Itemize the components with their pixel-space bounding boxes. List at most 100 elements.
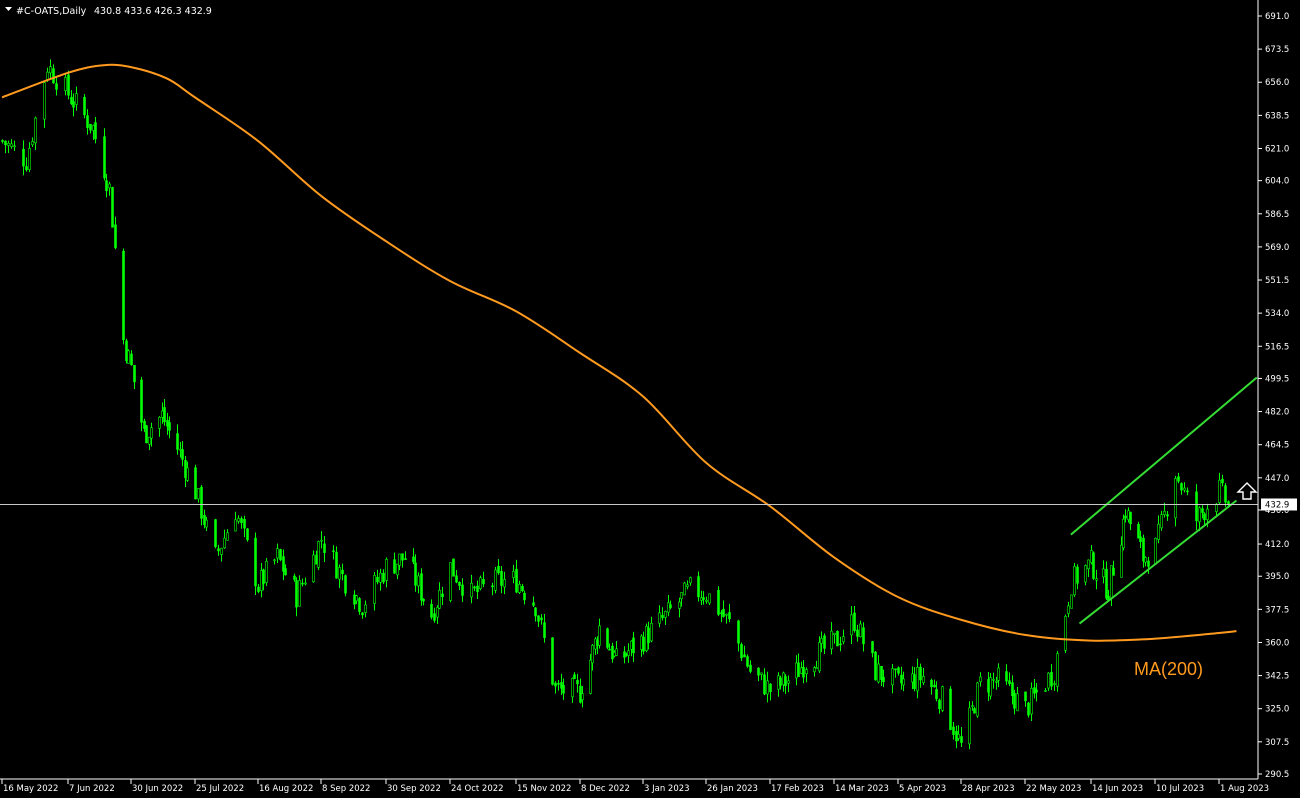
candle-body bbox=[355, 595, 358, 602]
candle-body bbox=[10, 143, 13, 147]
candle-body bbox=[257, 586, 260, 592]
candle-body bbox=[678, 601, 681, 609]
candle-body bbox=[702, 597, 705, 600]
candle-body bbox=[1177, 476, 1180, 482]
candle-body bbox=[805, 669, 808, 674]
price-chart[interactable]: 691.0 673.5 656.0 638.5 621.0 604.0 586.5 569.0… bbox=[0, 0, 1300, 798]
candle-body bbox=[1110, 565, 1113, 599]
candle-body bbox=[933, 684, 936, 688]
candle-body bbox=[952, 726, 955, 735]
y-tick-label: 673.5 bbox=[1265, 45, 1289, 55]
candle-body bbox=[1027, 702, 1030, 716]
candle-body bbox=[916, 667, 919, 692]
candle-body bbox=[882, 676, 885, 683]
candle-body bbox=[1033, 687, 1036, 694]
candle-body bbox=[163, 407, 166, 423]
candle-body bbox=[1030, 687, 1033, 715]
candle-body bbox=[338, 567, 341, 580]
x-tick-label: 7 Jun 2022 bbox=[69, 784, 115, 794]
candle-body bbox=[414, 562, 417, 586]
candle-body bbox=[787, 680, 790, 684]
candle-body bbox=[1, 140, 4, 142]
candle-body bbox=[1147, 560, 1150, 567]
candle-body bbox=[658, 612, 661, 624]
candle-body bbox=[818, 642, 821, 672]
candle-body bbox=[554, 682, 557, 687]
candle-body bbox=[161, 410, 164, 418]
candle-body bbox=[94, 122, 97, 140]
candle-body bbox=[686, 584, 689, 587]
candle-body bbox=[1124, 515, 1127, 519]
candle-body bbox=[1218, 479, 1221, 503]
up-arrow-icon[interactable] bbox=[1236, 482, 1258, 500]
x-tick-label: 30 Sep 2022 bbox=[387, 784, 441, 794]
candle-body bbox=[497, 566, 500, 574]
candle-body bbox=[1120, 544, 1123, 578]
candle-body bbox=[500, 571, 503, 586]
current-price-label: 432.9 bbox=[1265, 500, 1289, 510]
candle-body bbox=[971, 705, 974, 707]
candle-body bbox=[823, 635, 826, 649]
candle-body bbox=[86, 115, 89, 128]
candle-body bbox=[25, 166, 28, 171]
y-tick-label: 464.5 bbox=[1265, 441, 1289, 451]
candle-body bbox=[760, 672, 763, 675]
y-tick-label: 638.5 bbox=[1265, 111, 1289, 121]
candle-body bbox=[125, 340, 128, 361]
candle-body bbox=[534, 607, 537, 617]
candle-body bbox=[279, 549, 282, 561]
candle-body bbox=[973, 708, 976, 714]
candle-body bbox=[874, 651, 877, 681]
candle-body bbox=[820, 638, 823, 644]
candle-body bbox=[779, 677, 782, 686]
candle-body bbox=[894, 668, 897, 671]
candle-body bbox=[89, 123, 92, 131]
candle-body bbox=[1076, 566, 1079, 584]
candle-body bbox=[455, 575, 458, 583]
candle-body bbox=[1044, 690, 1047, 692]
candle-body bbox=[452, 558, 455, 577]
x-tick-label: 8 Sep 2022 bbox=[322, 784, 370, 794]
candle-body bbox=[938, 699, 941, 710]
candle-body bbox=[140, 379, 143, 423]
candle-body bbox=[1198, 507, 1201, 523]
candle-body bbox=[70, 96, 73, 104]
candle-body bbox=[473, 586, 476, 589]
candle-body bbox=[130, 353, 133, 366]
candle-body bbox=[240, 518, 243, 524]
candle-body bbox=[344, 575, 347, 594]
candle-body bbox=[935, 689, 938, 700]
candle-body bbox=[312, 554, 315, 583]
candle-body bbox=[276, 548, 279, 559]
candle-body bbox=[181, 449, 184, 460]
candle-body bbox=[766, 680, 769, 695]
candle-body bbox=[708, 593, 711, 604]
candle-body bbox=[853, 612, 856, 631]
ohlc-values: 430.8 433.6 426.3 432.9 bbox=[94, 6, 212, 17]
dropdown-triangle-icon[interactable] bbox=[5, 7, 12, 11]
candle-body bbox=[518, 584, 521, 593]
candle-body bbox=[335, 551, 338, 579]
candle-body bbox=[968, 707, 971, 745]
candle-body bbox=[551, 637, 554, 685]
candle-body bbox=[1183, 487, 1186, 491]
candle-body bbox=[254, 537, 257, 587]
x-tick-label: 14 Mar 2023 bbox=[835, 784, 889, 794]
candle-body bbox=[284, 568, 287, 576]
candle-body bbox=[689, 577, 692, 584]
candle-body bbox=[650, 622, 653, 642]
candle-body bbox=[757, 667, 760, 676]
candle-body bbox=[1005, 671, 1008, 682]
candle-body bbox=[995, 680, 998, 683]
candle-body bbox=[430, 603, 433, 618]
candle-body bbox=[1090, 550, 1093, 563]
candle-body bbox=[680, 592, 683, 600]
x-tick-label: 26 Jan 2023 bbox=[707, 784, 758, 794]
candle-body bbox=[108, 183, 111, 189]
candle-body bbox=[304, 582, 307, 585]
candle-body bbox=[31, 141, 34, 146]
candle-body bbox=[989, 677, 992, 697]
candle-body bbox=[830, 630, 833, 650]
candle-body bbox=[184, 460, 187, 478]
candle-body bbox=[449, 562, 452, 601]
